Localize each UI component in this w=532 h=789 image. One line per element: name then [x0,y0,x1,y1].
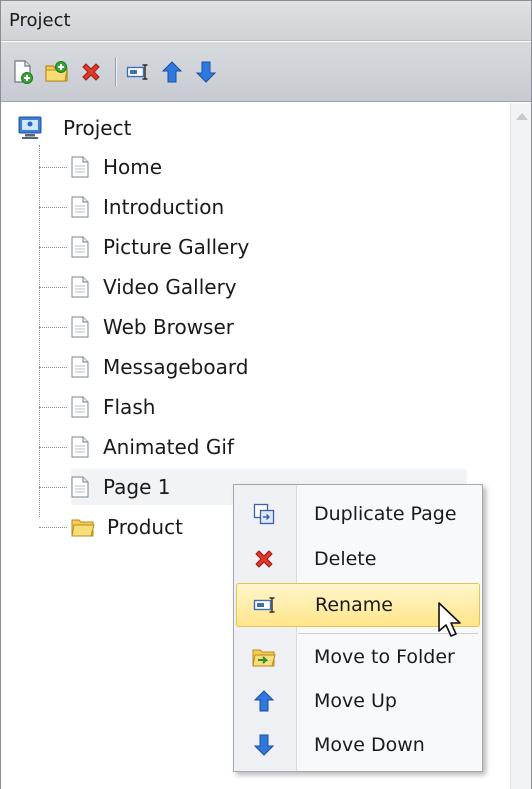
tree-item-web-browser[interactable]: Web Browser [39,307,250,347]
toolbar [1,42,531,102]
folder-icon [71,519,95,537]
menu-item-move-up[interactable]: Move Up [236,679,480,723]
tree-item-introduction[interactable]: Introduction [39,187,240,227]
page-icon [71,356,89,378]
project-panel: Project Project Home Introduction Pictur… [0,0,532,789]
mouse-cursor-icon [438,602,461,637]
tree-root-label: Project [63,116,132,140]
menu-item-move-down[interactable]: Move Down [236,723,480,767]
page-icon [71,196,89,218]
add-page-button[interactable] [7,56,39,88]
menu-item-label: Duplicate Page [314,503,457,525]
tree-item-label: Messageboard [103,355,249,379]
tree-item-messageboard[interactable]: Messageboard [39,347,264,387]
panel-title-bar: Project [1,1,531,41]
page-icon [71,156,89,178]
tree-item-label: Video Gallery [103,275,237,299]
computer-icon [18,116,42,139]
menu-item-delete[interactable]: Delete [236,537,480,581]
page-icon [71,236,89,258]
menu-item-label: Delete [314,548,377,570]
page-icon [71,396,89,418]
tree-item-label: Page 1 [103,475,171,499]
menu-item-duplicate-page[interactable]: Duplicate Page [236,492,480,536]
tree-item-flash[interactable]: Flash [39,387,171,427]
delete-button[interactable] [75,56,107,88]
menu-item-label: Move to Folder [314,646,455,668]
tree-item-picture-gallery[interactable]: Picture Gallery [39,227,265,267]
tree-root-project[interactable]: Project [17,111,131,145]
add-folder-button[interactable] [41,56,73,88]
move-down-button[interactable] [190,56,222,88]
page-icon [71,436,89,458]
tree-item-label: Flash [103,395,156,419]
menu-item-move-to-folder[interactable]: Move to Folder [236,635,480,679]
rename-icon [253,597,275,613]
tree-item-product[interactable]: Product [39,507,199,547]
tree-item-home[interactable]: Home [39,147,178,187]
panel-title: Project [9,10,71,31]
tree-item-label: Picture Gallery [103,235,250,259]
tree-item-label: Web Browser [103,315,235,339]
move-up-button[interactable] [156,56,188,88]
duplicate-icon [253,503,275,525]
tree-item-label: Animated Gif [103,435,234,459]
page-icon [71,316,89,338]
tree-item-label: Product [107,515,183,539]
menu-item-label: Rename [315,594,393,616]
delete-icon [255,550,273,568]
tree-item-label: Introduction [103,195,225,219]
delete-icon [82,62,100,81]
arrow-up-icon [253,690,275,712]
menu-item-label: Move Up [314,690,397,712]
add-page-icon [14,59,33,84]
tree-item-animated-gif[interactable]: Animated Gif [39,427,250,467]
vertical-scrollbar[interactable] [510,103,531,789]
menu-item-label: Move Down [314,734,425,756]
add-folder-icon [45,60,68,82]
move-up-icon [161,60,183,82]
rename-icon [126,63,148,80]
page-icon [71,476,89,498]
tree-item-video-gallery[interactable]: Video Gallery [39,267,253,307]
move-down-icon [195,61,217,83]
page-icon [71,276,89,298]
move-to-folder-icon [252,649,276,667]
arrow-down-icon [253,734,275,756]
tree-item-label: Home [103,155,163,179]
toolbar-separator [115,56,116,87]
scroll-up-arrow-icon[interactable] [516,113,528,120]
rename-button[interactable] [122,56,154,88]
